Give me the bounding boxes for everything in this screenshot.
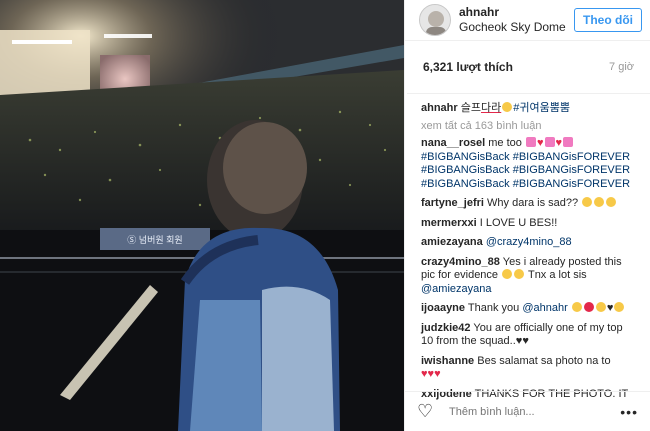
comment-item: iwishanne Bes salamat sa photo na to ♥♥♥ [421, 355, 634, 382]
instagram-post-view: Ⓢ 넘버원 회원 ahnahr Gocheok Sky Dome Theo dõ… [0, 0, 650, 431]
comment-text: me too [488, 137, 522, 149]
crying-emoji-icon [606, 197, 617, 207]
comment-hashtags[interactable]: #BIGBANGisBack #BIGBANGisFOREVER [421, 178, 630, 190]
hand-emoji-icon [595, 302, 606, 312]
heart-icon: ♥ [606, 302, 614, 314]
like-heart-icon[interactable]: ♡ [417, 401, 439, 422]
comments-list: ahnahr 슬프다라 #귀여움뿜뿜 xem tất cả 163 bình lu… [405, 94, 650, 401]
heart-emoji-icon [544, 137, 555, 147]
comment-item: crazy4mino_88 Yes i already posted this … [421, 256, 634, 297]
comment-text: Tnx a lot sis [527, 269, 587, 281]
heart-icon: ♥ [536, 137, 544, 149]
comment-item: nana__rosel me too ♥ ♥ #BIGBANGisBack #BI… [421, 137, 634, 191]
apple-emoji-icon [583, 302, 594, 312]
crying-emoji-icon [582, 197, 593, 207]
heart-emoji-icon [563, 137, 574, 147]
likes-count[interactable]: 6,321 lượt thích [423, 60, 513, 74]
comment-text: I LOVE U BES!! [479, 216, 558, 229]
comment-username[interactable]: iwishanne [421, 355, 474, 367]
heart-emoji-icon [525, 137, 536, 147]
concert-photo-illustration: Ⓢ 넘버원 회원 [0, 0, 404, 431]
view-all-comments-link[interactable]: xem tất cả 163 bình luận [421, 120, 634, 134]
heart-icon: ♥ [555, 137, 563, 149]
more-options-icon[interactable]: ••• [620, 404, 638, 420]
add-comment-input[interactable] [447, 404, 621, 419]
smile-emoji-icon [571, 302, 582, 312]
caption-hashtag[interactable]: #귀여움뿜뿜 [513, 102, 570, 114]
heart-icon: ♥♥ [515, 335, 529, 347]
crying-laughing-emoji-icon [514, 269, 525, 279]
comment-item: fartyne_jefri Why dara is sad?? [421, 197, 634, 211]
post-time[interactable]: 7 giờ [609, 61, 634, 73]
post-header: ahnahr Gocheok Sky Dome Theo dõi [405, 0, 650, 41]
crying-emoji-icon [502, 102, 513, 112]
comment-item: ijoaayne Thank you @ahnahr ♥ [421, 302, 634, 316]
follow-button[interactable]: Theo dõi [574, 8, 642, 32]
heart-icon: ♥♥♥ [421, 368, 441, 380]
comment-mention[interactable]: @amiezayana [421, 283, 491, 295]
comment-username[interactable]: crazy4mino_88 [421, 256, 500, 268]
comment-username[interactable]: judzkie42 [421, 322, 471, 334]
comment-hashtags[interactable]: #BIGBANGisBack #BIGBANGisFOREVER [421, 164, 630, 176]
comment-username[interactable]: nana__rosel [421, 137, 485, 149]
comment-item: mermerxxi I LOVE U BES!! [421, 217, 634, 231]
crying-laughing-emoji-icon [502, 269, 513, 279]
comment-bar: ♡ ••• [405, 391, 650, 431]
comment-username[interactable]: mermerxxi [421, 217, 477, 229]
avatar[interactable] [419, 4, 451, 36]
post-meta: 6,321 lượt thích 7 giờ [407, 41, 650, 94]
caption-username[interactable]: ahnahr [421, 102, 458, 114]
comment-username[interactable]: amiezayana [421, 236, 483, 248]
avatar-image [420, 5, 450, 35]
crying-emoji-icon [594, 197, 605, 207]
post-photo[interactable]: Ⓢ 넘버원 회원 [0, 0, 404, 431]
comment-text: Thank you [467, 302, 520, 314]
comment-mention[interactable]: @ahnahr [522, 302, 567, 314]
comment-username[interactable]: fartyne_jefri [421, 197, 484, 209]
header-location[interactable]: Gocheok Sky Dome [459, 20, 574, 35]
caption: ahnahr 슬프다라 #귀여움뿜뿜 [421, 102, 634, 116]
comment-item: judzkie42 You are officially one of my t… [421, 322, 634, 349]
header-info: ahnahr Gocheok Sky Dome [459, 5, 574, 35]
smile-emoji-icon [614, 302, 625, 312]
header-username[interactable]: ahnahr [459, 5, 574, 20]
comment-mention[interactable]: @crazy4mino_88 [486, 236, 572, 248]
comment-text: Bes salamat sa photo na to [477, 354, 611, 367]
arena-banner-text: Ⓢ 넘버원 회원 [127, 235, 182, 245]
comment-text: Why dara is sad?? [487, 197, 579, 209]
comment-username[interactable]: ijoaayne [421, 302, 465, 314]
comment-item: amiezayana @crazy4mino_88 [421, 236, 634, 250]
caption-text-2: 다라 [481, 102, 502, 114]
post-side-panel: ahnahr Gocheok Sky Dome Theo dõi 6,321 l… [404, 0, 650, 431]
comment-hashtags[interactable]: #BIGBANGisBack #BIGBANGisFOREVER [421, 151, 630, 163]
caption-text-1: 슬프 [460, 102, 481, 114]
